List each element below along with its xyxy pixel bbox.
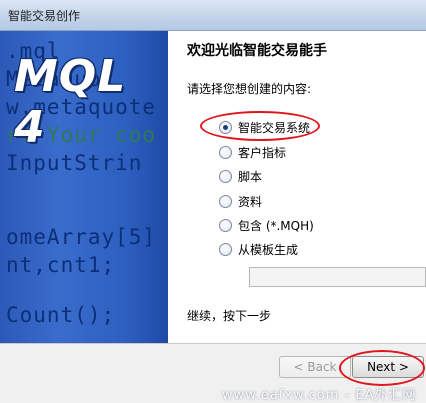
- wizard-prompt: 请选择您想创建的内容:: [187, 82, 312, 96]
- radio-button[interactable]: [219, 120, 232, 134]
- mql4-banner: .mql MetaQuot w.metaquote rt Your coo In…: [0, 31, 168, 343]
- radio-button[interactable]: [219, 242, 232, 256]
- radio-button[interactable]: [219, 218, 232, 232]
- title-bar[interactable]: 智能交易创作: [0, 0, 426, 31]
- template-select[interactable]: [249, 267, 426, 287]
- mql4-logo: MQL 4: [14, 51, 127, 153]
- banner-code-line: InputStrin: [6, 151, 143, 175]
- option-label: 脚本: [238, 169, 263, 184]
- wizard-heading: 欢迎光临智能交易能手: [187, 43, 327, 59]
- site-watermark: www.eafxw.com - EA外汇网: [222, 388, 417, 403]
- option-label: 智能交易系统: [238, 120, 311, 135]
- banner-code-line: nt,cnt1;: [6, 253, 116, 277]
- wizard-hint: 继续，按下一步: [187, 309, 272, 323]
- footer-divider: [0, 343, 426, 344]
- option-script[interactable]: 脚本: [219, 168, 262, 184]
- radio-button[interactable]: [219, 145, 232, 159]
- banner-code-line: Count();: [6, 303, 116, 327]
- back-button[interactable]: < Back: [279, 356, 351, 378]
- option-custom-indicator[interactable]: 客户指标: [219, 144, 286, 160]
- banner-code-line: omeArray[5]: [6, 225, 157, 249]
- wizard-panel: 欢迎光临智能交易能手 请选择您想创建的内容: 智能交易系统 客户指标 脚本 资料…: [168, 31, 426, 343]
- option-library[interactable]: 资料: [219, 193, 262, 209]
- next-button[interactable]: Next >: [352, 356, 424, 378]
- option-from-template[interactable]: 从模板生成: [219, 241, 298, 257]
- radio-button[interactable]: [219, 194, 232, 208]
- option-label: 资料: [238, 194, 263, 209]
- option-label: 客户指标: [238, 145, 287, 160]
- option-label: 从模板生成: [238, 242, 299, 257]
- option-label: 包含 (*.MQH): [238, 218, 314, 233]
- radio-button[interactable]: [219, 169, 232, 183]
- option-expert-advisor[interactable]: 智能交易系统: [219, 119, 310, 135]
- option-include[interactable]: 包含 (*.MQH): [219, 217, 314, 233]
- window-title: 智能交易创作: [8, 9, 81, 23]
- wizard-window: 智能交易创作 .mql MetaQuot w.metaquote rt Your…: [0, 0, 426, 403]
